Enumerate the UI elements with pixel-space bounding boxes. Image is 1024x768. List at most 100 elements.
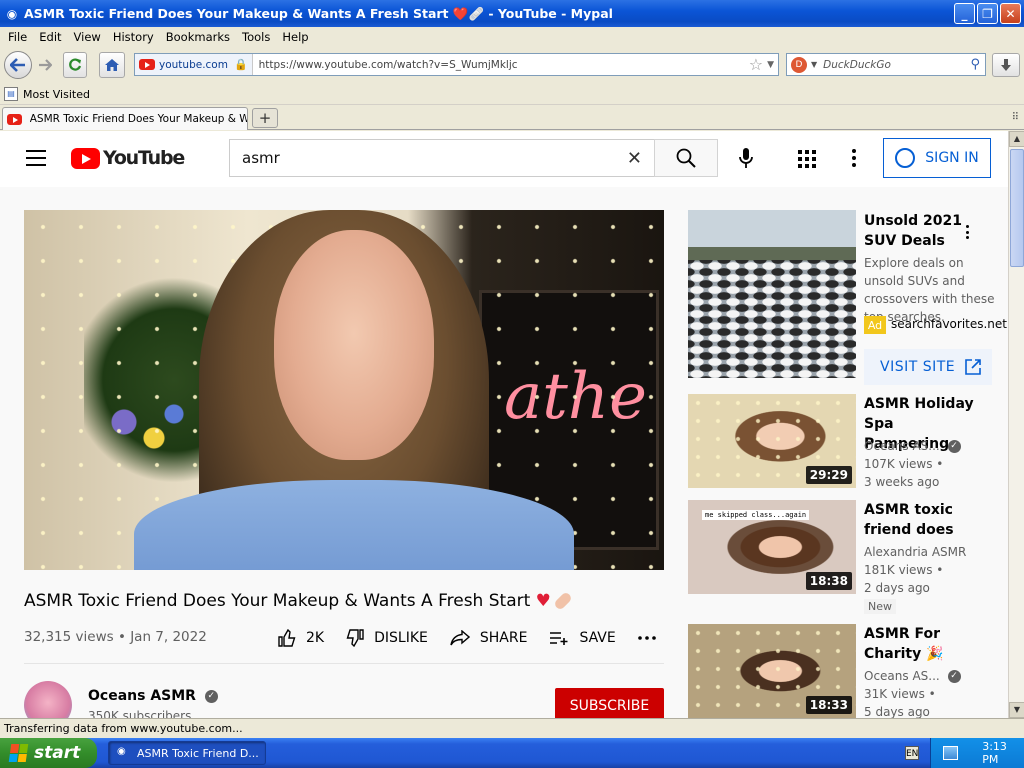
share-arrow-icon (450, 630, 470, 646)
video-title-text: ASMR Toxic Friend Does Your Makeup & Wan… (24, 591, 531, 611)
url-dropdown-icon[interactable]: ▼ (767, 60, 774, 70)
visit-site-button[interactable]: VISIT SITE (864, 349, 992, 385)
taskbar-item-label: ASMR Toxic Friend D... (137, 746, 259, 760)
arrow-right-icon (39, 59, 52, 71)
video-actions: 2K DISLIKE SHARE SAVE (278, 627, 688, 649)
tab-youtube-video[interactable]: ASMR Toxic Friend Does Your Makeup & Wa.… (2, 107, 248, 130)
sign-in-label: SIGN IN (925, 150, 979, 166)
menu-view[interactable]: View (68, 30, 107, 44)
view-count: 107K views • (864, 457, 944, 471)
dislike-button[interactable]: DISLIKE (346, 629, 428, 647)
close-button[interactable]: ✕ (1000, 3, 1021, 24)
video-player[interactable]: athe (24, 210, 664, 570)
ad-title[interactable]: Unsold 2021 SUV Deals (864, 211, 982, 251)
video-title[interactable]: ASMR toxic friend does (864, 500, 982, 540)
menu-help[interactable]: Help (276, 30, 314, 44)
menu-edit[interactable]: Edit (33, 30, 67, 44)
search-engine-dropdown-icon[interactable]: ▼ (811, 60, 817, 69)
forward-button[interactable] (34, 52, 56, 78)
ad-more-vertical-icon[interactable] (966, 225, 970, 239)
youtube-logo-text: YouTube (103, 147, 185, 169)
playlist-add-icon (550, 632, 568, 645)
reload-button[interactable] (63, 52, 87, 78)
verified-check-icon: ✓ (947, 440, 961, 453)
web-page: YouTube asmr ✕ SIGN IN athe ASMR Toxic F… (0, 131, 1008, 718)
new-tab-button[interactable]: + (252, 108, 278, 128)
clear-search-icon[interactable]: ✕ (627, 148, 642, 169)
browser-search-input[interactable]: DuckDuckGo (823, 59, 970, 71)
window-titlebar: ◉ ASMR Toxic Friend Does Your Makeup & W… (0, 0, 1024, 27)
navigation-toolbar: youtube.com 🔒 https://www.youtube.com/wa… (0, 47, 1024, 83)
bookmark-star-icon[interactable]: ☆ (749, 55, 763, 74)
page-scrollbar[interactable]: ▲ ▼ (1008, 131, 1024, 718)
youtube-search-input[interactable]: asmr ✕ (229, 139, 655, 177)
menu-tools[interactable]: Tools (236, 30, 276, 44)
ad-thumbnail[interactable] (688, 210, 856, 378)
channel-name-text: Oceans ASMR (88, 688, 196, 704)
language-indicator-icon[interactable]: EN (905, 746, 919, 760)
arrow-left-icon (10, 58, 25, 72)
search-icon[interactable]: ⚲ (970, 57, 980, 72)
scroll-thumb[interactable] (1010, 149, 1024, 267)
site-identity-label: youtube.com (159, 58, 228, 71)
video-thumbnail[interactable]: 29:29 (688, 394, 856, 488)
video-title[interactable]: ASMR For Charity 🎉 (864, 624, 982, 664)
bookmark-most-visited[interactable]: Most Visited (23, 88, 90, 101)
youtube-logo[interactable]: YouTube (71, 147, 185, 169)
network-icon[interactable] (943, 746, 959, 760)
channel-avatar[interactable] (24, 681, 72, 718)
upload-age: 3 weeks ago (864, 475, 940, 489)
youtube-favicon-icon (7, 113, 22, 125)
minimize-button[interactable]: _ (954, 3, 975, 24)
youtube-search-button[interactable] (654, 139, 718, 177)
apps-grid-icon[interactable] (798, 150, 816, 168)
list-item[interactable]: 29:29 ASMR Holiday Spa Pampering Oceans … (688, 394, 988, 494)
menu-file[interactable]: File (2, 30, 33, 44)
view-count: 181K views • (864, 563, 944, 577)
thumbs-up-icon (278, 629, 296, 647)
menu-history[interactable]: History (107, 30, 160, 44)
more-actions-button[interactable] (637, 636, 666, 640)
list-item[interactable]: 18:33 ASMR For Charity 🎉 Oceans AS... ✓ … (688, 624, 988, 718)
video-thumbnail[interactable]: 18:33 (688, 624, 856, 718)
url-text[interactable]: https://www.youtube.com/watch?v=S_WumjMk… (259, 59, 749, 71)
verified-check-icon: ✓ (947, 670, 961, 683)
start-button[interactable]: start (0, 738, 97, 768)
back-button[interactable] (4, 51, 32, 79)
search-query[interactable]: asmr (242, 149, 627, 167)
status-bar: Transferring data from www.youtube.com..… (0, 718, 1024, 738)
share-button[interactable]: SHARE (450, 630, 527, 646)
browser-search-bar[interactable]: D ▼ DuckDuckGo ⚲ (786, 53, 986, 76)
channel-name[interactable]: Oceans ASMR ✓ (88, 688, 218, 704)
tab-list-icon[interactable]: ⠿ (1012, 112, 1019, 123)
subscribe-button[interactable]: SUBSCRIBE (555, 688, 664, 718)
channel-name: Alexandria ASMR (864, 545, 967, 559)
list-item[interactable]: me skipped class...again 18:38 ASMR toxi… (688, 500, 988, 618)
video-duration: 29:29 (805, 466, 852, 484)
home-button[interactable] (99, 52, 125, 78)
taskbar: start ◉ ASMR Toxic Friend D... EN 3:13 P… (0, 738, 1024, 768)
like-button[interactable]: 2K (278, 629, 324, 647)
taskbar-item-browser[interactable]: ◉ ASMR Toxic Friend D... (108, 741, 266, 765)
downloads-button[interactable] (992, 53, 1020, 77)
ad-domain: searchfavorites.net (891, 317, 1007, 331)
view-count: 31K views • (864, 687, 936, 701)
site-identity-chip[interactable]: youtube.com 🔒 (135, 54, 253, 75)
youtube-header: YouTube asmr ✕ SIGN IN (0, 131, 1008, 187)
more-vertical-icon[interactable] (852, 149, 856, 167)
search-icon (676, 148, 696, 168)
save-button[interactable]: SAVE (549, 630, 616, 646)
subscriber-count: 350K subscribers (88, 709, 192, 718)
browser-app-icon: ◉ (117, 746, 126, 757)
upload-age: 2 days ago (864, 581, 930, 595)
url-bar[interactable]: youtube.com 🔒 https://www.youtube.com/wa… (134, 53, 779, 76)
external-link-icon (965, 359, 981, 375)
sign-in-button[interactable]: SIGN IN (883, 138, 991, 178)
menu-bookmarks[interactable]: Bookmarks (160, 30, 236, 44)
maximize-button[interactable]: ❐ (977, 3, 998, 24)
hamburger-menu-icon[interactable] (26, 150, 46, 166)
scroll-down-button[interactable]: ▼ (1009, 702, 1024, 718)
scroll-up-button[interactable]: ▲ (1009, 131, 1024, 147)
video-thumbnail[interactable]: me skipped class...again 18:38 (688, 500, 856, 594)
microphone-icon[interactable] (737, 147, 755, 169)
